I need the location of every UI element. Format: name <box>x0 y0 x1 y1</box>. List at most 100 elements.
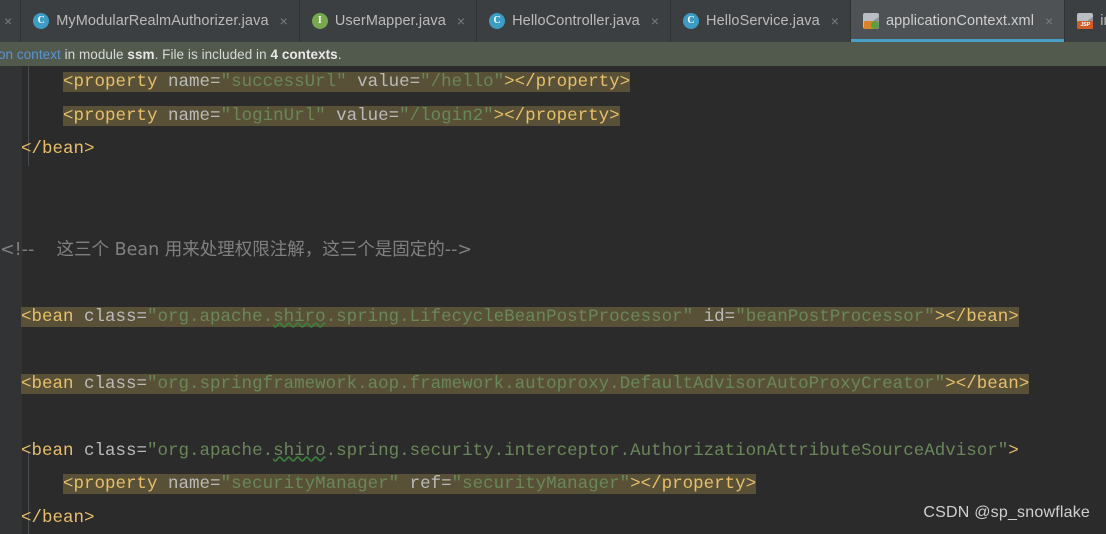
code-token: class= <box>84 440 148 461</box>
code-line[interactable]: <property name="loginUrl" value="/login2… <box>0 100 1106 134</box>
code-token: ></property> <box>493 105 620 126</box>
code-line[interactable] <box>0 200 1106 234</box>
code-token: "org.springframework.aop.framework.autop… <box>147 373 946 394</box>
code-token: name= <box>168 105 221 126</box>
line-close-bean-1[interactable]: </bean> <box>21 139 95 159</box>
code-token: "/login2" <box>399 105 494 126</box>
java-class-icon: C <box>489 13 506 29</box>
code-token: "securityManager" <box>451 474 631 494</box>
java-class-icon: C <box>683 13 700 29</box>
close-icon[interactable]: × <box>649 14 661 28</box>
code-line[interactable]: <bean class="org.springframework.aop.fra… <box>0 368 1106 402</box>
code-token: <property <box>63 105 169 126</box>
close-icon[interactable]: × <box>829 14 841 28</box>
code-token: shiro <box>273 306 326 327</box>
tab-helloservice-java[interactable]: C HelloService.java × <box>671 0 851 42</box>
code-token: <bean <box>21 306 85 327</box>
code-line[interactable]: <bean class="org.apache.shiro.spring.sec… <box>0 435 1106 469</box>
spring-xml-icon <box>862 13 879 29</box>
notification-message: on context in module ssm. File is includ… <box>0 47 342 62</box>
code-line[interactable]: <!-- 这三个 Bean 用来处理权限注解，这三个是固定的--> <box>0 234 1106 268</box>
line-loginurl[interactable]: <property name="loginUrl" value="/login2… <box>63 105 620 126</box>
code-token: "org.apache. <box>147 440 274 461</box>
code-line[interactable] <box>0 334 1106 368</box>
line-securitymanager-prop[interactable]: <property name="securityManager" ref="se… <box>63 474 757 494</box>
line-autoproxy-bean[interactable]: <bean class="org.springframework.aop.fra… <box>21 373 1030 394</box>
tab-hellocontroller-java[interactable]: C HelloController.java × <box>477 0 672 42</box>
close-icon[interactable]: × <box>2 14 14 28</box>
tab-label: index.jsp <box>1100 13 1106 29</box>
code-token: <property <box>63 72 169 92</box>
code-token: <bean <box>21 373 85 394</box>
code-token: "/hello" <box>420 72 505 92</box>
ide-editor-window: × C MyModularRealmAuthorizer.java × I UserMap… <box>0 0 1106 534</box>
jsp-file-icon <box>1077 13 1094 29</box>
code-token: .spring.security.interceptor.Authorizati… <box>325 440 1009 461</box>
code-token: "org.apache. <box>147 306 274 327</box>
code-token: ></bean> <box>934 306 1019 327</box>
notification-context-count: 4 contexts <box>270 46 338 62</box>
code-token: </bean> <box>21 139 95 159</box>
file-context-notification-bar[interactable]: on context in module ssm. File is includ… <box>0 42 1106 66</box>
close-icon[interactable]: × <box>1043 14 1055 28</box>
tab-label: applicationContext.xml <box>885 13 1035 29</box>
tab-partial-left[interactable]: × <box>0 0 22 42</box>
code-token: <!-- 这三个 Bean 用来处理权限注解，这三个是固定的--> <box>0 239 473 260</box>
line-lifecycle-bean[interactable]: <bean class="org.apache.shiro.spring.Lif… <box>21 306 1019 327</box>
line-successurl[interactable]: <property name="successUrl" value="/hell… <box>63 72 631 92</box>
code-token: class= <box>84 373 148 394</box>
code-token: ></bean> <box>945 373 1030 394</box>
code-line[interactable] <box>0 401 1106 435</box>
code-editor-area[interactable]: <property name="successUrl" value="/hell… <box>0 66 1106 534</box>
code-line[interactable]: <property name="successUrl" value="/hell… <box>0 66 1106 100</box>
code-token: ></property> <box>504 72 631 92</box>
notification-text-1: in module <box>60 46 128 62</box>
close-icon[interactable]: × <box>455 14 467 28</box>
tab-mymodularrealmauthorizer-java[interactable]: C MyModularRealmAuthorizer.java × <box>21 0 300 42</box>
tab-index-jsp[interactable]: index.jsp× <box>1065 0 1106 42</box>
source-code-content[interactable]: <property name="successUrl" value="/hell… <box>0 66 1106 534</box>
editor-tab-bar: × C MyModularRealmAuthorizer.java × I UserMap… <box>0 0 1106 42</box>
tab-label: HelloController.java <box>512 13 640 29</box>
code-token: value= <box>336 105 400 126</box>
notification-link[interactable]: on context <box>0 47 61 62</box>
notification-text-3: . <box>337 46 342 62</box>
code-token: class= <box>84 306 148 327</box>
code-token: name= <box>168 474 221 494</box>
code-token: name= <box>168 72 221 92</box>
code-line[interactable]: <bean class="org.apache.shiro.spring.Lif… <box>0 301 1106 335</box>
code-token: shiro <box>273 440 326 461</box>
code-token: "successUrl" <box>220 72 347 92</box>
tab-label: HelloService.java <box>706 13 820 29</box>
code-token: "securityManager" <box>220 474 400 494</box>
line-advisor-bean[interactable]: <bean class="org.apache.shiro.spring.sec… <box>21 441 1019 461</box>
line-close-bean-2[interactable]: </bean> <box>21 508 95 528</box>
line-comment-cjk[interactable]: <!-- 这三个 Bean 用来处理权限注解，这三个是固定的--> <box>0 239 473 261</box>
tab-label: MyModularRealmAuthorizer.java <box>56 13 269 29</box>
close-icon[interactable]: × <box>278 14 290 28</box>
code-token: ref= <box>409 474 452 494</box>
code-line[interactable] <box>0 167 1106 201</box>
notification-module-name: ssm <box>127 46 155 62</box>
code-line[interactable]: </bean> <box>0 133 1106 167</box>
code-token: <property <box>63 474 169 494</box>
code-line[interactable]: <property name="securityManager" ref="se… <box>0 468 1106 502</box>
tab-usermapper-java[interactable]: I UserMapper.java × <box>299 0 478 42</box>
tab-applicationcontext-xml[interactable]: applicationContext.xml × <box>850 0 1066 42</box>
csdn-watermark: CSDN @sp_snowflake <box>923 504 1090 521</box>
java-interface-icon: I <box>311 13 328 29</box>
code-token: value= <box>357 72 421 92</box>
java-class-icon: C <box>33 13 50 29</box>
code-line[interactable] <box>0 267 1106 301</box>
